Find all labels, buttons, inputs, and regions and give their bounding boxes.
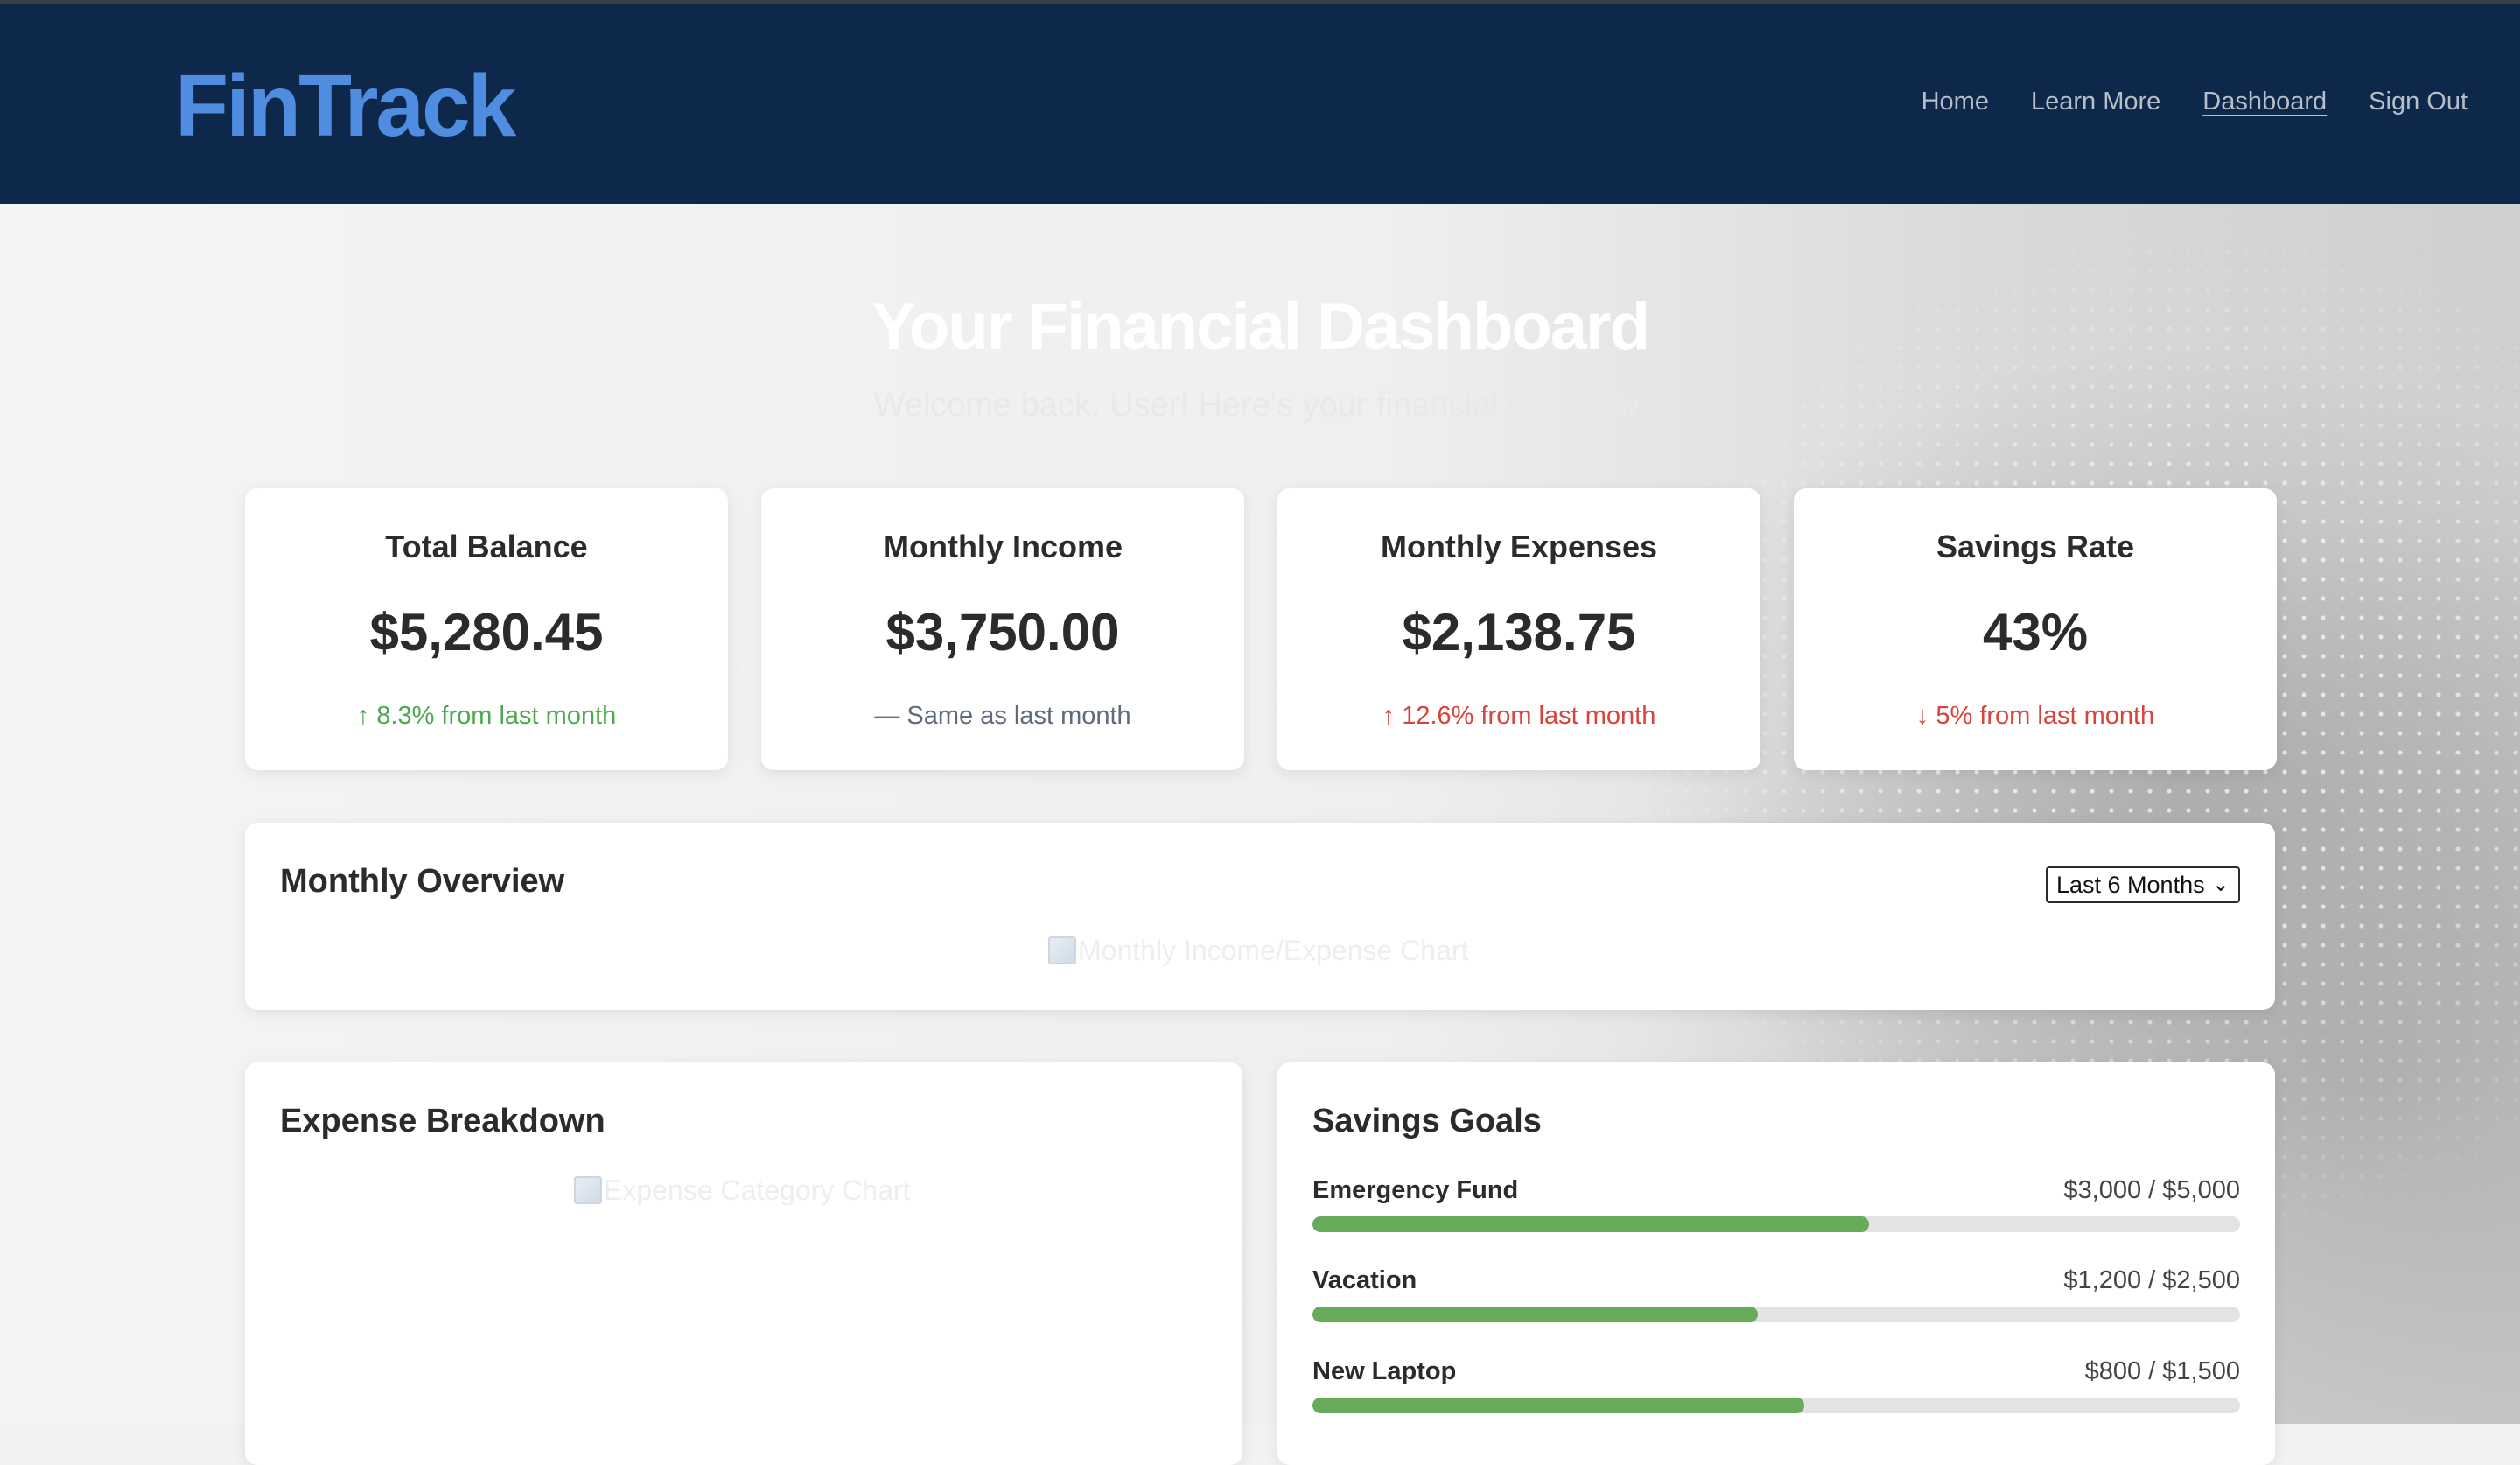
monthly-overview-panel: Monthly Overview Last 6 Months ⌄ Monthly… [245,823,2275,1010]
goal-progress-fill [1312,1398,1804,1413]
nav-learn-more[interactable]: Learn More [2031,88,2160,116]
stat-value: $5,280.45 [369,603,604,662]
goal-name: Vacation [1312,1266,1418,1294]
goal-name: New Laptop [1312,1357,1457,1385]
stat-label: Monthly Expenses [1380,529,1658,564]
page-title: Your Financial Dashboard [871,290,1650,364]
stat-card-monthly-expenses: Monthly Expenses $2,138.75 ↑ 12.6% from … [1278,488,1760,770]
goal-progress-bar [1312,1307,2240,1322]
expense-breakdown-panel: Expense Breakdown Expense Category Chart [245,1062,1242,1465]
goal-amount: $3,000 / $5,000 [2063,1176,2240,1204]
stat-change: — Same as last month [874,702,1131,730]
site-header: FinTrack Home Learn More Dashboard Sign … [0,4,2520,204]
broken-image-icon [574,1176,602,1204]
panel-title: Savings Goals [1312,1103,1542,1139]
stat-value: $2,138.75 [1402,603,1636,662]
savings-goals-panel: Savings Goals Emergency Fund $3,000 / $5… [1278,1062,2275,1465]
stat-label: Monthly Income [882,529,1123,564]
stat-card-savings-rate: Savings Rate 43% ↓ 5% from last month [1794,488,2277,770]
brand-logo[interactable]: FinTrack [175,56,516,157]
main-nav: Home Learn More Dashboard Sign Out [1922,88,2468,116]
stat-card-total-balance: Total Balance $5,280.45 ↑ 8.3% from last… [245,488,728,770]
stat-value: $3,750.00 [886,603,1120,662]
stat-change: ↑ 12.6% from last month [1382,702,1656,730]
expense-chart-image: Expense Category Chart [574,1174,910,1207]
goal-progress-bar [1312,1216,2240,1232]
monthly-chart-image: Monthly Income/Expense Chart [1048,935,1468,967]
goal-progress-bar [1312,1398,2240,1413]
nav-home[interactable]: Home [1922,88,1989,116]
range-select[interactable]: Last 6 Months ⌄ [2046,866,2240,903]
stat-card-monthly-income: Monthly Income $3,750.00 — Same as last … [761,488,1244,770]
image-alt-text: Expense Category Chart [604,1174,911,1206]
image-alt-text: Monthly Income/Expense Chart [1078,935,1469,966]
nav-dashboard[interactable]: Dashboard [2202,88,2327,116]
goal-amount: $1,200 / $2,500 [2063,1266,2240,1294]
broken-image-icon [1048,936,1076,964]
goal-amount: $800 / $1,500 [2084,1357,2240,1385]
goal-progress-fill [1312,1307,1758,1322]
goal-progress-fill [1312,1216,1869,1232]
chevron-down-icon: ⌄ [2211,873,2230,896]
goal-name: Emergency Fund [1312,1176,1519,1204]
stat-change: ↑ 8.3% from last month [356,702,617,730]
panel-title: Expense Breakdown [280,1103,606,1139]
panel-title: Monthly Overview [280,863,565,900]
stat-label: Total Balance [385,529,588,564]
stat-change: ↓ 5% from last month [1915,702,2155,730]
stat-value: 43% [1982,603,2089,662]
nav-sign-out[interactable]: Sign Out [2369,88,2468,116]
stat-label: Savings Rate [1936,529,2135,564]
page-subtitle: Welcome back, User! Here's your financia… [873,387,1647,424]
range-select-value: Last 6 Months [2056,872,2205,898]
